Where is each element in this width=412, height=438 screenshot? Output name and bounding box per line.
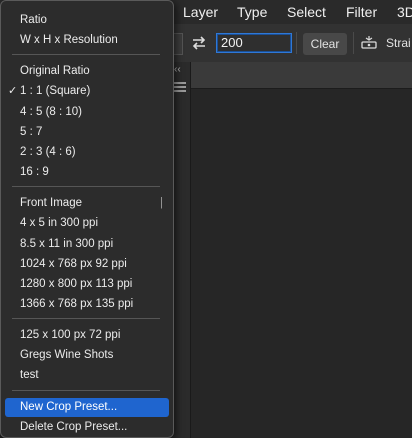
menu-item-4-5-8-10[interactable]: 4 : 5 (8 : 10) — [5, 103, 169, 122]
menu-item-test[interactable]: test — [5, 366, 169, 385]
menu-separator — [12, 186, 160, 188]
menu-item-label: Original Ratio — [20, 65, 90, 78]
clear-button[interactable]: Clear — [303, 33, 347, 55]
menu-item-label: 8.5 x 11 in 300 ppi — [20, 237, 114, 250]
menu-item-original-ratio[interactable]: Original Ratio — [5, 62, 169, 81]
menu-separator — [12, 54, 160, 56]
menu-item-label: 16 : 9 — [20, 166, 49, 179]
ratio-height-input[interactable] — [216, 33, 292, 53]
menu-separator — [12, 318, 160, 320]
menu-item-delete-crop-preset[interactable]: Delete Crop Preset... — [5, 418, 169, 437]
menu-item-label: Front Image — [20, 197, 82, 210]
swap-arrows-icon[interactable] — [189, 34, 209, 54]
straighten-label[interactable]: Strai — [386, 36, 411, 50]
menu-item-label: New Crop Preset... — [20, 400, 118, 413]
menu-item-label: 1024 x 768 px 92 ppi — [20, 257, 127, 270]
menu-item-1-1-square[interactable]: ✓ 1 : 1 (Square) — [5, 82, 169, 101]
menu-type[interactable]: Type — [237, 4, 267, 20]
menu-item-8-5-x-11-in-300-ppi[interactable]: 8.5 x 11 in 300 ppi — [5, 235, 169, 254]
menu-item-16-9[interactable]: 16 : 9 — [5, 163, 169, 182]
menu-item-label: 4 : 5 (8 : 10) — [20, 105, 83, 118]
menu-item-label: 1 : 1 (Square) — [20, 85, 91, 98]
menu-layer[interactable]: Layer — [183, 4, 218, 20]
menu-item-label: Delete Crop Preset... — [20, 420, 128, 433]
menu-select[interactable]: Select — [287, 4, 326, 20]
double-chevron-left-icon[interactable]: ‹‹ — [174, 64, 181, 75]
menu-item-label: 1366 x 768 px 135 ppi — [20, 297, 134, 310]
document-tab-bar[interactable] — [191, 62, 412, 89]
menu-item-1024-x-768-px-92-ppi[interactable]: 1024 x 768 px 92 ppi — [5, 255, 169, 274]
menu-filter[interactable]: Filter — [346, 4, 377, 20]
menu-item-label: Ratio — [20, 14, 47, 26]
menu-item-gregs-wine-shots[interactable]: Gregs Wine Shots — [5, 346, 169, 365]
straighten-level-icon[interactable] — [360, 34, 378, 52]
menu-item-label: test — [20, 369, 39, 382]
menu-item-label: 2 : 3 (4 : 6) — [20, 145, 76, 158]
submenu-marker-icon: | — [160, 197, 163, 210]
divider — [296, 32, 297, 54]
checkmark-icon: ✓ — [8, 85, 18, 98]
divider — [353, 32, 354, 54]
hamburger-icon[interactable] — [174, 82, 186, 92]
menu-item-1366-x-768-px-135-ppi[interactable]: 1366 x 768 px 135 ppi — [5, 295, 169, 314]
menu-item-label: 1280 x 800 px 113 ppi — [20, 277, 133, 290]
menu-item-label: W x H x Resolution — [20, 34, 118, 47]
straighten-glyph — [361, 36, 377, 49]
menu-item-4-x-5-in-300-ppi[interactable]: 4 x 5 in 300 ppi — [5, 214, 169, 233]
menu-3d[interactable]: 3D — [397, 4, 412, 20]
menu-separator — [12, 389, 160, 391]
menu-item-label: 4 x 5 in 300 ppi — [20, 217, 99, 230]
menu-item-new-crop-preset[interactable]: New Crop Preset... — [5, 397, 169, 417]
swap-arrows-glyph — [192, 36, 206, 50]
document-canvas[interactable] — [191, 89, 412, 438]
crop-preset-menu: Ratio W x H x Resolution Original Ratio ✓ 1 … — [0, 0, 174, 438]
menu-item-label: Gregs Wine Shots — [20, 349, 114, 362]
menu-item-5-7[interactable]: 5 : 7 — [5, 123, 169, 142]
menu-item-125-x-100-px-72-ppi[interactable]: 125 x 100 px 72 ppi — [5, 326, 169, 345]
menu-item-w-x-h-x-resolution[interactable]: W x H x Resolution — [5, 31, 169, 50]
menu-item-2-3-4-6[interactable]: 2 : 3 (4 : 6) — [5, 143, 169, 162]
menu-item-label: 5 : 7 — [20, 125, 43, 138]
menu-item-ratio[interactable]: Ratio — [5, 11, 169, 30]
menu-item-front-image[interactable]: Front Image | — [5, 194, 169, 213]
menu-item-1280-x-800-px-113-ppi[interactable]: 1280 x 800 px 113 ppi — [5, 275, 169, 294]
menu-item-label: 125 x 100 px 72 ppi — [20, 329, 121, 342]
